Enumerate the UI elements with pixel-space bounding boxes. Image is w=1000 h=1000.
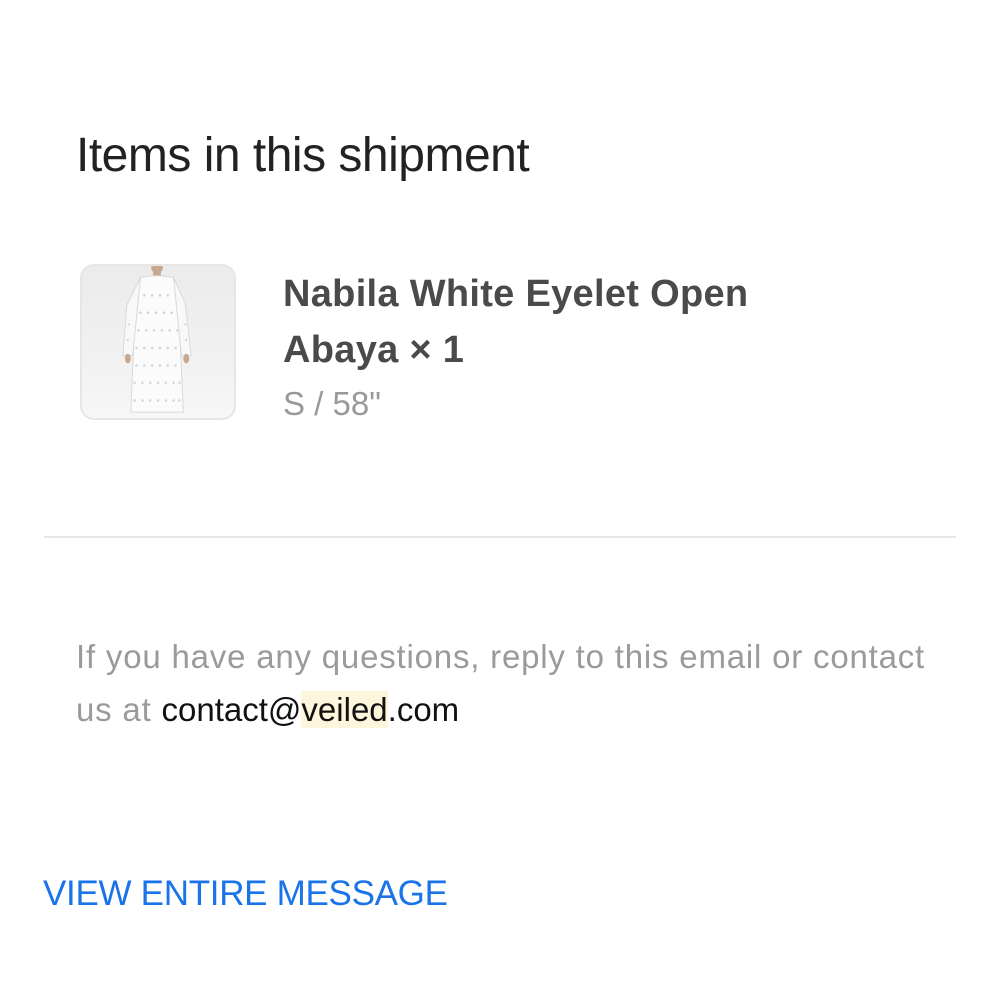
abaya-image [122,266,192,413]
product-thumbnail[interactable] [80,264,236,420]
email-suffix: .com [387,691,460,728]
email-prefix: contact@ [161,691,302,728]
contact-email-link[interactable]: contact@veiled.com [161,691,460,728]
product-variant: S / 58" [283,385,381,422]
support-note: If you have any questions, reply to this… [76,630,936,736]
email-highlight: veiled [301,691,388,728]
view-entire-message-link[interactable]: VIEW ENTIRE MESSAGE [43,874,448,914]
divider [44,536,956,538]
product-name[interactable]: Nabila White Eyelet Open Abaya × 1 [283,266,843,378]
section-title: Items in this shipment [76,129,530,182]
